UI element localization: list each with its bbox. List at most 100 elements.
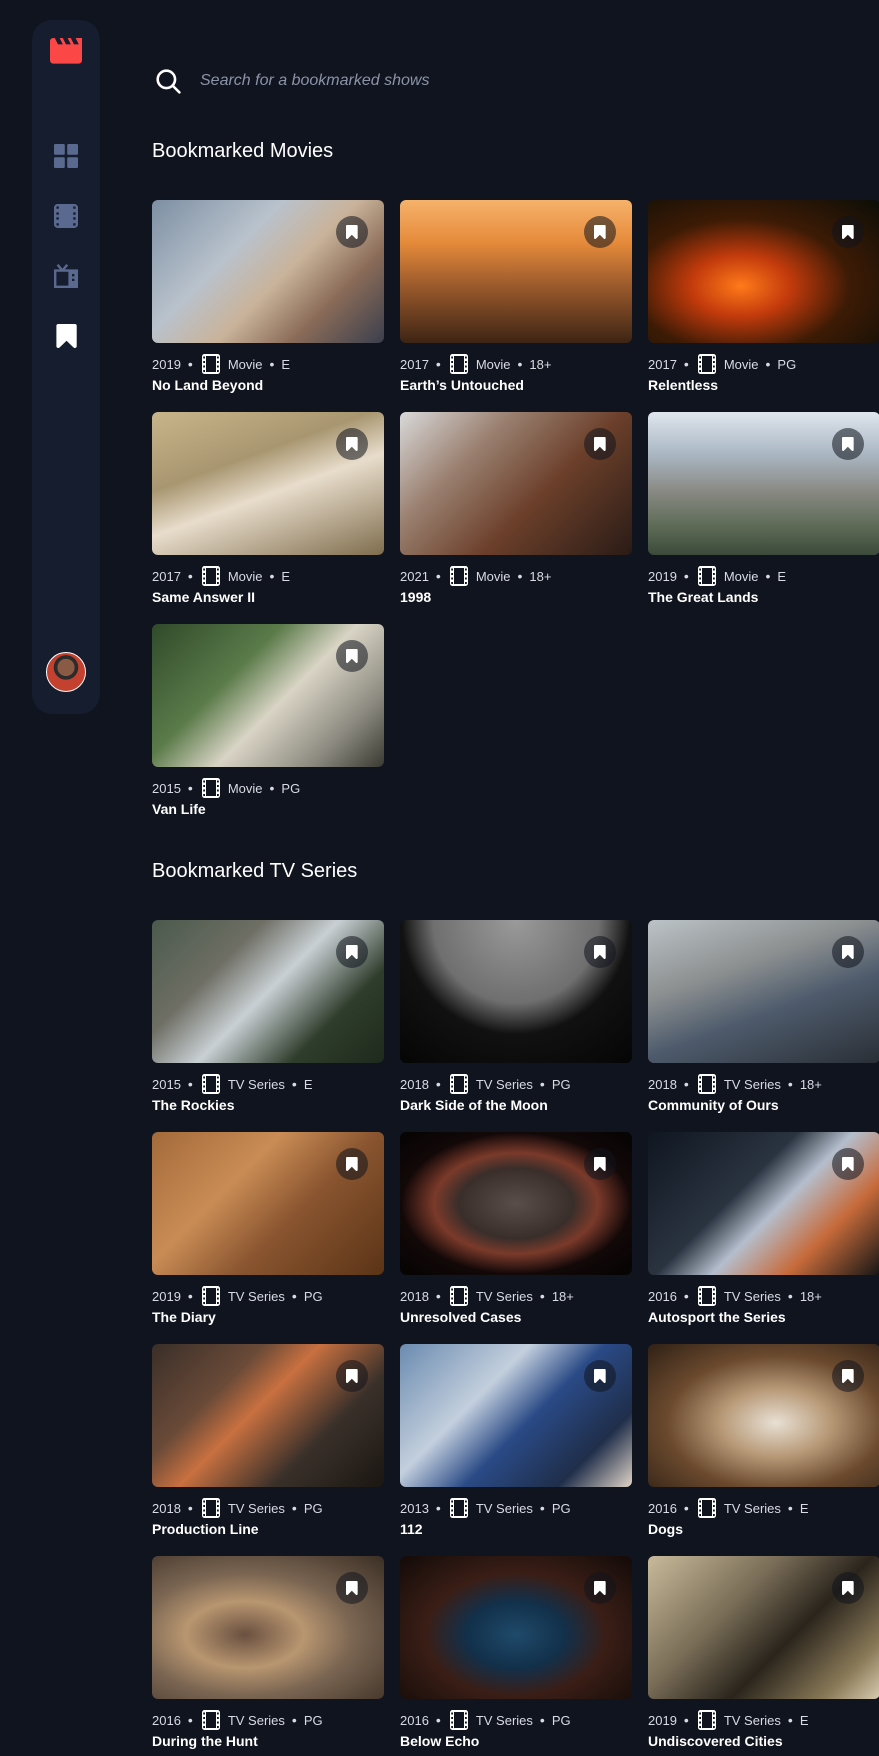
- media-card[interactable]: 2016 • TV Series • 18+ Autosport the Series: [648, 1132, 879, 1332]
- card-title[interactable]: Production Line: [152, 1521, 259, 1537]
- logo-icon[interactable]: [50, 38, 82, 64]
- thumbnail[interactable]: [400, 412, 632, 555]
- thumbnail[interactable]: [648, 1344, 879, 1487]
- card-title[interactable]: Dogs: [648, 1521, 683, 1537]
- separator-dot: •: [787, 1076, 793, 1092]
- media-card[interactable]: 2016 • TV Series • PG During the Hunt: [152, 1556, 384, 1756]
- media-card[interactable]: 2019 • Movie • E The Great Lands: [648, 412, 879, 612]
- bookmark-button[interactable]: [584, 1572, 616, 1604]
- media-card[interactable]: 2017 • Movie • PG Relentless: [648, 200, 879, 400]
- card-category: TV Series: [723, 1076, 781, 1092]
- bookmark-button[interactable]: [584, 1148, 616, 1180]
- separator-dot: •: [683, 1500, 689, 1516]
- bookmark-button[interactable]: [832, 1360, 864, 1392]
- thumbnail[interactable]: [648, 200, 879, 343]
- bookmark-button[interactable]: [336, 640, 368, 672]
- thumbnail[interactable]: [400, 1344, 632, 1487]
- card-title[interactable]: 112: [400, 1521, 423, 1537]
- card-title[interactable]: The Rockies: [152, 1097, 234, 1113]
- thumbnail[interactable]: [152, 1556, 384, 1699]
- media-card[interactable]: 2019 • TV Series • PG The Diary: [152, 1132, 384, 1332]
- card-title[interactable]: Van Life: [152, 801, 206, 817]
- media-card[interactable]: 2018 • TV Series • PG Dark Side of the Moon: [400, 920, 632, 1120]
- card-title[interactable]: No Land Beyond: [152, 377, 263, 393]
- card-title[interactable]: Relentless: [648, 377, 718, 393]
- bookmark-button[interactable]: [832, 1572, 864, 1604]
- thumbnail[interactable]: [400, 1556, 632, 1699]
- thumbnail[interactable]: [648, 1132, 879, 1275]
- card-title[interactable]: The Diary: [152, 1309, 216, 1325]
- movies-icon[interactable]: [54, 204, 78, 228]
- thumbnail[interactable]: [152, 412, 384, 555]
- card-title[interactable]: Same Answer II: [152, 589, 255, 605]
- bookmark-button[interactable]: [832, 1148, 864, 1180]
- bookmark-button[interactable]: [336, 1572, 368, 1604]
- bookmark-button[interactable]: [832, 428, 864, 460]
- bookmark-button[interactable]: [584, 936, 616, 968]
- bookmark-button[interactable]: [336, 1148, 368, 1180]
- card-rating: 18+: [529, 568, 552, 584]
- bookmark-icon: [594, 225, 606, 239]
- bookmark-icon: [346, 1157, 358, 1171]
- media-card[interactable]: 2017 • Movie • E Same Answer II: [152, 412, 384, 612]
- bookmark-button[interactable]: [832, 216, 864, 248]
- card-meta: 2016 • TV Series • PG: [152, 1710, 323, 1730]
- bookmark-button[interactable]: [584, 428, 616, 460]
- media-card[interactable]: 2013 • TV Series • PG 112: [400, 1344, 632, 1544]
- card-title[interactable]: Dark Side of the Moon: [400, 1097, 548, 1113]
- media-card[interactable]: 2019 • TV Series • E Undiscovered Cities: [648, 1556, 879, 1756]
- media-card[interactable]: 2018 • TV Series • 18+ Unresolved Cases: [400, 1132, 632, 1332]
- card-meta: 2019 • TV Series • E: [648, 1710, 808, 1730]
- thumbnail[interactable]: [152, 200, 384, 343]
- card-title[interactable]: Community of Ours: [648, 1097, 779, 1113]
- thumbnail[interactable]: [400, 200, 632, 343]
- thumbnail[interactable]: [152, 624, 384, 767]
- card-year: 2018: [648, 1076, 677, 1092]
- card-title[interactable]: Earth’s Untouched: [400, 377, 524, 393]
- thumbnail[interactable]: [648, 1556, 879, 1699]
- media-card[interactable]: 2018 • TV Series • 18+ Community of Ours: [648, 920, 879, 1120]
- media-card[interactable]: 2016 • TV Series • PG Below Echo: [400, 1556, 632, 1756]
- card-title[interactable]: During the Hunt: [152, 1733, 258, 1749]
- bookmark-button[interactable]: [584, 1360, 616, 1392]
- bookmark-icon[interactable]: [54, 324, 78, 348]
- thumbnail[interactable]: [152, 1132, 384, 1275]
- thumbnail[interactable]: [648, 920, 879, 1063]
- thumbnail[interactable]: [648, 412, 879, 555]
- tv-category-icon: [200, 1285, 228, 1307]
- bookmark-button[interactable]: [336, 936, 368, 968]
- bookmark-button[interactable]: [336, 216, 368, 248]
- media-card[interactable]: 2019 • Movie • E No Land Beyond: [152, 200, 384, 400]
- media-card[interactable]: 2015 • TV Series • E The Rockies: [152, 920, 384, 1120]
- card-title[interactable]: Undiscovered Cities: [648, 1733, 783, 1749]
- media-card[interactable]: 2016 • TV Series • E Dogs: [648, 1344, 879, 1544]
- media-card[interactable]: 2018 • TV Series • PG Production Line: [152, 1344, 384, 1544]
- card-meta: 2019 • Movie • E: [648, 566, 786, 586]
- media-card[interactable]: 2015 • Movie • PG Van Life: [152, 624, 384, 824]
- bookmark-button[interactable]: [832, 936, 864, 968]
- media-card[interactable]: 2017 • Movie • 18+ Earth’s Untouched: [400, 200, 632, 400]
- card-rating: E: [281, 568, 291, 584]
- separator-dot: •: [187, 356, 193, 372]
- card-title[interactable]: 1998: [400, 589, 431, 605]
- card-title[interactable]: The Great Lands: [648, 589, 758, 605]
- tv-series-icon[interactable]: [54, 264, 78, 288]
- card-title[interactable]: Autosport the Series: [648, 1309, 786, 1325]
- thumbnail[interactable]: [152, 920, 384, 1063]
- card-year: 2018: [152, 1500, 181, 1516]
- bookmark-button[interactable]: [336, 1360, 368, 1392]
- card-title[interactable]: Below Echo: [400, 1733, 479, 1749]
- card-year: 2015: [152, 1076, 181, 1092]
- home-icon[interactable]: [54, 144, 78, 168]
- card-year: 2016: [648, 1500, 677, 1516]
- tv-category-icon: [448, 1497, 476, 1519]
- media-card[interactable]: 2021 • Movie • 18+ 1998: [400, 412, 632, 612]
- thumbnail[interactable]: [400, 920, 632, 1063]
- search-input[interactable]: [200, 68, 840, 94]
- avatar[interactable]: [46, 652, 86, 692]
- thumbnail[interactable]: [400, 1132, 632, 1275]
- bookmark-button[interactable]: [584, 216, 616, 248]
- card-title[interactable]: Unresolved Cases: [400, 1309, 521, 1325]
- thumbnail[interactable]: [152, 1344, 384, 1487]
- bookmark-button[interactable]: [336, 428, 368, 460]
